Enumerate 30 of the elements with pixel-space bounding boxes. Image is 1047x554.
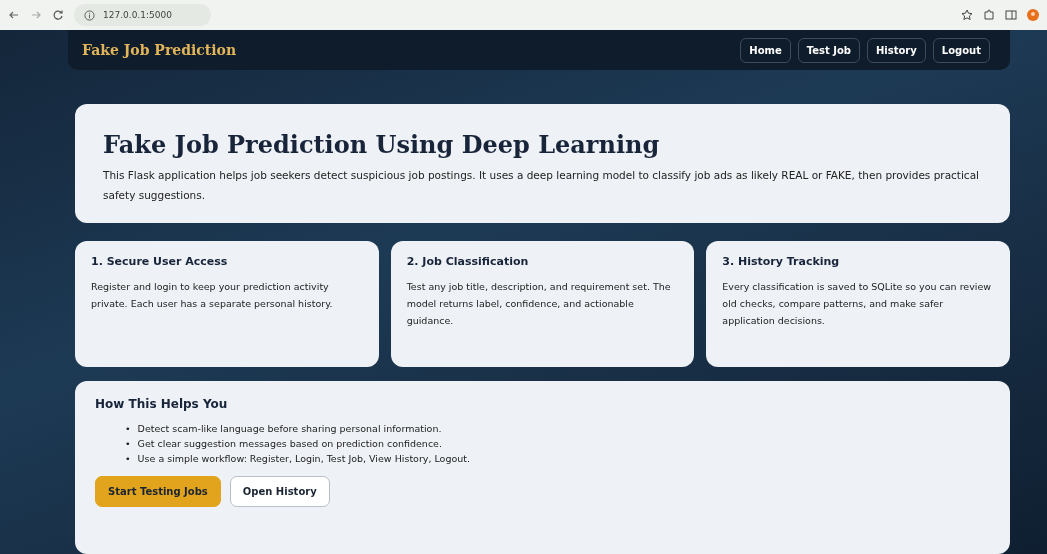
url-text: 127.0.0.1:5000 xyxy=(103,10,172,20)
info-icon[interactable] xyxy=(84,9,95,21)
section-title: How This Helps You xyxy=(95,397,229,411)
start-button[interactable]: Start Testing Jobs xyxy=(95,476,221,507)
address-bar[interactable]: 127.0.0.1:5000 xyxy=(74,4,211,26)
nav-link[interactable]: Test Job xyxy=(797,37,860,63)
hero-description: This Flask application helps job seekers detect suspicious job postings. It uses a deep learning model to classify job ads as likely REAL or FAKE, then provides practical safety suggestions. xyxy=(103,168,980,203)
star-icon[interactable] xyxy=(961,9,973,21)
nav-link[interactable]: History xyxy=(866,37,926,63)
list-item: Detect scam-like language before sharing personal information. xyxy=(137,422,442,436)
feature-title: 2. Job Classification xyxy=(406,255,530,268)
feature-description: Test any job title, description, and requirement set. The model returns label, confidence, and actionable guidance. xyxy=(406,280,672,328)
bullet: • xyxy=(125,437,131,451)
feature-title: 1. Secure User Access xyxy=(91,255,229,268)
feature-description: Every classification is saved to SQLite so you can review old checks, compare patterns, and make safer application decisions. xyxy=(722,280,993,328)
history-button[interactable]: Open History xyxy=(229,476,330,507)
reload-icon[interactable] xyxy=(52,9,64,21)
bullet: • xyxy=(125,422,131,436)
avatar-icon[interactable] xyxy=(1027,9,1039,21)
feature-description: Register and login to keep your prediction activity private. Each user has a separate personal history. xyxy=(91,280,334,311)
back-icon[interactable] xyxy=(8,9,20,21)
bullet: • xyxy=(125,452,131,466)
hero-title: Fake Job Prediction Using Deep Learning xyxy=(103,130,661,159)
feature-title: 3. History Tracking xyxy=(722,255,841,268)
list-item: Use a simple workflow: Register, Login, Test Job, View History, Logout. xyxy=(137,452,471,466)
nav-link[interactable]: Home xyxy=(740,37,791,63)
sidebar-icon[interactable] xyxy=(1005,9,1017,21)
list-item: Get clear suggestion messages based on prediction confidence. xyxy=(137,437,442,451)
brand-title[interactable]: Fake Job Prediction xyxy=(82,42,237,58)
nav-link[interactable]: Logout xyxy=(932,37,990,63)
